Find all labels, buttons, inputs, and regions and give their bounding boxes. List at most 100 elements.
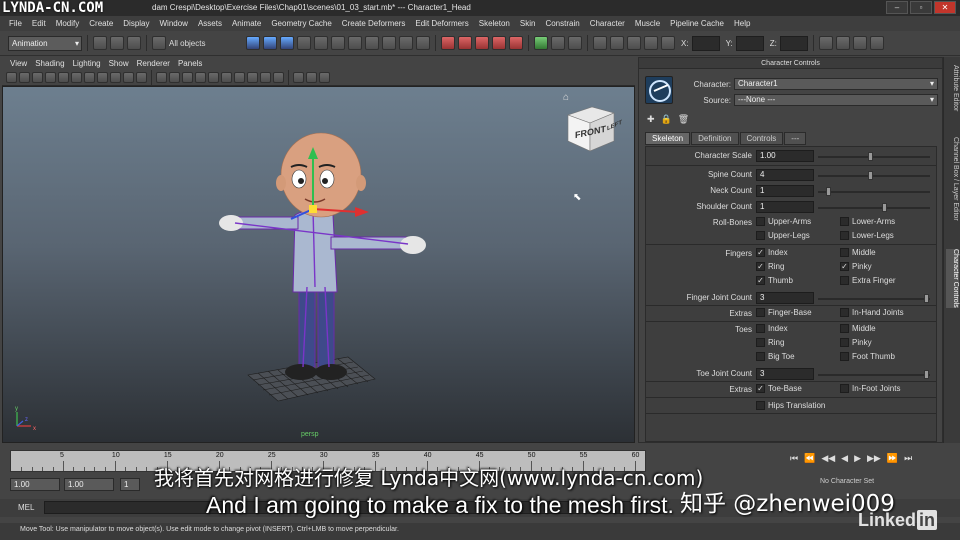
checkbox-box[interactable]: ✓ <box>840 262 849 271</box>
checkbox-box[interactable] <box>840 384 849 393</box>
hypershade-icon[interactable] <box>661 36 675 50</box>
range-slider-start[interactable]: 1 <box>120 478 140 491</box>
render-view-icon[interactable] <box>593 36 607 50</box>
resolution-gate-icon[interactable] <box>84 72 95 83</box>
toggle-channel-box-icon[interactable] <box>869 36 884 50</box>
checkbox-box[interactable] <box>840 276 849 285</box>
viewport-menu-renderer[interactable]: Renderer <box>133 59 174 68</box>
delete-icon[interactable]: 🗑 <box>678 114 689 125</box>
viewport-menu-show[interactable]: Show <box>105 59 133 68</box>
select-misc-icon[interactable] <box>416 36 430 50</box>
create-character-icon[interactable]: ✚ <box>647 114 655 125</box>
toe-pinky-checkbox[interactable]: Pinky <box>840 338 872 347</box>
selection-mask-label[interactable]: All objects <box>169 39 243 48</box>
menu-animate[interactable]: Animate <box>227 19 266 28</box>
checkbox-box[interactable] <box>756 401 765 410</box>
menu-modify[interactable]: Modify <box>51 19 85 28</box>
step-back-frame-icon[interactable]: ◀◀ <box>821 453 835 464</box>
attribute-editor-tab[interactable]: Attribute Editor <box>946 65 959 111</box>
spine-count-slider[interactable] <box>818 171 930 180</box>
channel-box-tab[interactable]: Channel Box / Layer Editor <box>946 137 959 221</box>
snap-grid-icon[interactable] <box>441 36 455 50</box>
render-settings-icon[interactable] <box>644 36 658 50</box>
slider-handle[interactable] <box>924 370 929 379</box>
grid-icon[interactable] <box>58 72 69 83</box>
step-forward-key-icon[interactable]: ⏩ <box>887 453 898 464</box>
play-forwards-icon[interactable]: ▶ <box>854 453 861 464</box>
menu-assets[interactable]: Assets <box>193 19 227 28</box>
tab-definition[interactable]: Definition <box>691 132 739 145</box>
safe-title-icon[interactable] <box>136 72 147 83</box>
y-coord-input[interactable] <box>735 35 764 51</box>
ambient-occlusion-icon[interactable] <box>273 72 284 83</box>
image-plane-icon[interactable] <box>45 72 56 83</box>
finger-joint-count-slider[interactable] <box>818 294 930 303</box>
maximize-button[interactable]: ▫ <box>910 1 932 14</box>
menu-display[interactable]: Display <box>118 19 154 28</box>
output-ops-icon[interactable] <box>568 36 582 50</box>
make-live-icon[interactable] <box>509 36 523 50</box>
select-render-icon[interactable] <box>399 36 413 50</box>
character-scene[interactable] <box>3 87 635 443</box>
select-camera-icon[interactable] <box>6 72 17 83</box>
play-backwards-icon[interactable]: ◀ <box>841 453 848 464</box>
checkbox-box[interactable] <box>840 248 849 257</box>
menu-pipeline-cache[interactable]: Pipeline Cache <box>665 19 729 28</box>
select-by-component-icon[interactable] <box>280 36 294 50</box>
save-scene-icon[interactable] <box>127 36 141 50</box>
checkbox-box[interactable] <box>840 308 849 317</box>
character-dropdown[interactable]: Character1 <box>734 78 938 90</box>
film-gate-icon[interactable] <box>71 72 82 83</box>
step-forward-frame-icon[interactable]: ▶▶ <box>867 453 881 464</box>
z-coord-input[interactable] <box>779 35 808 51</box>
checkbox-box[interactable]: ✓ <box>756 276 765 285</box>
character-scale-slider[interactable] <box>818 152 930 161</box>
slider-handle[interactable] <box>867 171 873 180</box>
neck-count-input[interactable]: 1 <box>756 185 814 197</box>
tab-skeleton[interactable]: Skeleton <box>645 132 691 145</box>
tab-more[interactable]: --- <box>784 132 807 145</box>
select-deform-icon[interactable] <box>365 36 379 50</box>
slider-handle[interactable] <box>924 294 929 303</box>
checkbox-box[interactable] <box>756 352 765 361</box>
menu-edit-deformers[interactable]: Edit Deformers <box>410 19 473 28</box>
toggle-tool-settings-icon[interactable] <box>852 36 867 50</box>
tab-controls[interactable]: Controls <box>739 132 784 145</box>
menu-set-dropdown[interactable]: Animation <box>8 35 82 51</box>
shoulder-count-slider[interactable] <box>818 203 930 212</box>
camera-attributes-icon[interactable] <box>19 72 30 83</box>
new-scene-icon[interactable] <box>93 36 107 50</box>
finger-thumb-checkbox[interactable]: ✓ Thumb <box>756 276 793 285</box>
finger-pinky-checkbox[interactable]: ✓ Pinky <box>840 262 872 271</box>
gate-mask-icon[interactable] <box>97 72 108 83</box>
checkbox-box[interactable] <box>756 338 765 347</box>
roll-bones-upper-legs-checkbox[interactable]: Upper-Legs <box>756 231 810 240</box>
wireframe-on-shaded-icon[interactable] <box>195 72 206 83</box>
roll-bones-upper-arms-checkbox[interactable]: Upper-Arms <box>756 217 811 226</box>
xray-icon[interactable] <box>208 72 219 83</box>
ipr-render-icon[interactable] <box>627 36 641 50</box>
character-controls-tab[interactable]: Character Controls <box>946 249 959 308</box>
select-dynamic-icon[interactable] <box>382 36 396 50</box>
slider-handle[interactable] <box>826 187 832 196</box>
lock-icon[interactable]: 🔒 <box>661 114 672 125</box>
menu-skin[interactable]: Skin <box>515 19 541 28</box>
checkbox-box[interactable] <box>840 231 849 240</box>
move-center-handle[interactable] <box>309 205 317 213</box>
finger-extra-finger-checkbox[interactable]: Extra Finger <box>840 276 896 285</box>
neck-count-slider[interactable] <box>818 187 930 196</box>
select-joint-icon[interactable] <box>314 36 328 50</box>
roll-bones-lower-arms-checkbox[interactable]: Lower-Arms <box>840 217 895 226</box>
viewport-menu-shading[interactable]: Shading <box>31 59 68 68</box>
toe-foot-thumb-checkbox[interactable]: Foot Thumb <box>840 352 895 361</box>
finger-index-checkbox[interactable]: ✓ Index <box>756 248 788 257</box>
source-dropdown[interactable]: ---None --- <box>734 94 938 106</box>
xray-active-icon[interactable] <box>306 72 317 83</box>
input-ops-icon[interactable] <box>551 36 565 50</box>
checkbox-box[interactable]: ✓ <box>756 262 765 271</box>
snap-plane-icon[interactable] <box>492 36 506 50</box>
shadows-icon[interactable] <box>260 72 271 83</box>
open-scene-icon[interactable] <box>110 36 124 50</box>
select-surface-icon[interactable] <box>348 36 362 50</box>
minimize-button[interactable]: – <box>886 1 908 14</box>
